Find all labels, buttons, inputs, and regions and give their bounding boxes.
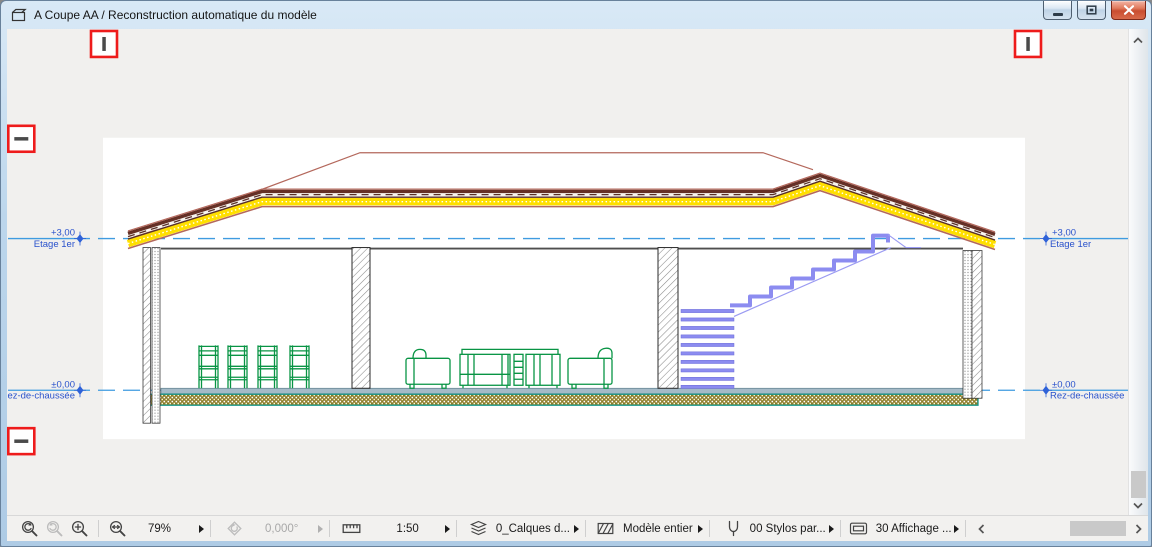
zoom-previous-button[interactable]: [20, 519, 39, 538]
scroll-left-icon[interactable]: [976, 523, 988, 535]
window-body: +3,00 Etage 1er ±0,00 Rez-de-chaussée +3…: [7, 29, 1148, 541]
ruler-icon: [342, 519, 361, 538]
scale-button[interactable]: [342, 519, 361, 538]
layers-icon: [469, 519, 488, 538]
ground-hatch[interactable]: [147, 394, 978, 405]
zoom-menu-arrow[interactable]: [199, 525, 204, 533]
pen-set-button[interactable]: [724, 519, 743, 538]
level-lower-name-right: Rez-de-chaussée: [1050, 391, 1124, 402]
rotation-menu-arrow: [318, 525, 323, 533]
drawing-area[interactable]: +3,00 Etage 1er ±0,00 Rez-de-chaussée +3…: [7, 29, 1128, 515]
zoom-in-button[interactable]: [70, 519, 89, 538]
layers-menu-arrow[interactable]: [574, 525, 579, 533]
display-options-icon: [849, 519, 868, 538]
level-lower-value-left: ±0,00: [51, 379, 75, 390]
window-title: A Coupe AA / Reconstruction automatique …: [34, 8, 317, 22]
rotation-value[interactable]: 0,000°: [265, 523, 298, 535]
display-options-value[interactable]: 30 Affichage ...: [876, 523, 952, 535]
layers-button[interactable]: [469, 519, 488, 538]
scale-menu-arrow[interactable]: [445, 525, 450, 533]
floor-slab[interactable]: [161, 388, 963, 393]
structure-display-icon: [596, 519, 615, 538]
horizontal-scrollbar-track[interactable]: [992, 516, 1128, 541]
fit-in-window-icon: [108, 519, 127, 538]
pen-set-value[interactable]: 00 Stylos par...: [750, 523, 826, 535]
level-lower-name-left: Rez-de-chaussée: [7, 391, 75, 402]
restore-icon: [1086, 5, 1097, 15]
close-icon: [1123, 5, 1135, 15]
pen-set-icon: [724, 519, 743, 538]
restore-button[interactable]: [1077, 1, 1106, 20]
wall-right[interactable]: [963, 251, 982, 399]
minimize-button[interactable]: [1043, 1, 1072, 20]
vertical-scrollbar-thumb[interactable]: [1131, 471, 1146, 498]
structure-display-value[interactable]: Modèle entier: [623, 523, 693, 535]
horizontal-scrollbar[interactable]: [972, 516, 1148, 541]
level-upper-value-right: +3,00: [1052, 228, 1076, 239]
scroll-right-icon[interactable]: [1132, 523, 1144, 535]
rotate-view-icon: [225, 519, 244, 538]
zoom-in-icon: [70, 519, 89, 538]
section-handle-top-left: [91, 31, 117, 57]
scale-value[interactable]: 1:50: [396, 523, 418, 535]
structure-menu-arrow[interactable]: [698, 525, 703, 533]
fit-in-window-button[interactable]: [108, 519, 127, 538]
zoom-previous-icon: [20, 519, 39, 538]
section-handle-left-lower: [8, 428, 34, 454]
pen-menu-arrow[interactable]: [829, 525, 834, 533]
layer-combination[interactable]: 0_Calques d...: [496, 523, 570, 535]
wall-interior-1[interactable]: [352, 248, 370, 389]
level-upper-value-left: +3,00: [51, 228, 75, 239]
section-handle-top-right: [1015, 31, 1041, 57]
display-options-button[interactable]: [849, 519, 868, 538]
level-upper-name-right: Etage 1er: [1050, 239, 1091, 250]
zoom-percentage[interactable]: 79%: [148, 523, 171, 535]
close-button[interactable]: [1111, 1, 1146, 20]
display-menu-arrow[interactable]: [954, 525, 959, 533]
wall-interior-2[interactable]: [658, 248, 678, 389]
scroll-up-icon[interactable]: [1132, 35, 1144, 47]
window-controls: [1043, 1, 1146, 20]
minimize-icon: [1053, 13, 1063, 16]
structure-display-button[interactable]: [596, 519, 615, 538]
section-window-icon: [11, 8, 27, 22]
level-lower-value-right: ±0,00: [1052, 379, 1076, 390]
scroll-down-icon[interactable]: [1132, 499, 1144, 511]
rotate-view-button[interactable]: [225, 519, 244, 538]
zoom-next-button[interactable]: [45, 519, 64, 538]
statusbar: 79% 0,000° 1:50: [7, 515, 1148, 541]
section-handle-left-upper: [8, 126, 34, 152]
horizontal-scrollbar-thumb[interactable]: [1070, 521, 1126, 536]
app-window: A Coupe AA / Reconstruction automatique …: [0, 0, 1152, 547]
titlebar[interactable]: A Coupe AA / Reconstruction automatique …: [1, 1, 1151, 29]
level-upper-name-left: Etage 1er: [34, 239, 75, 250]
zoom-next-icon: [45, 519, 64, 538]
vertical-scrollbar[interactable]: [1128, 29, 1148, 515]
